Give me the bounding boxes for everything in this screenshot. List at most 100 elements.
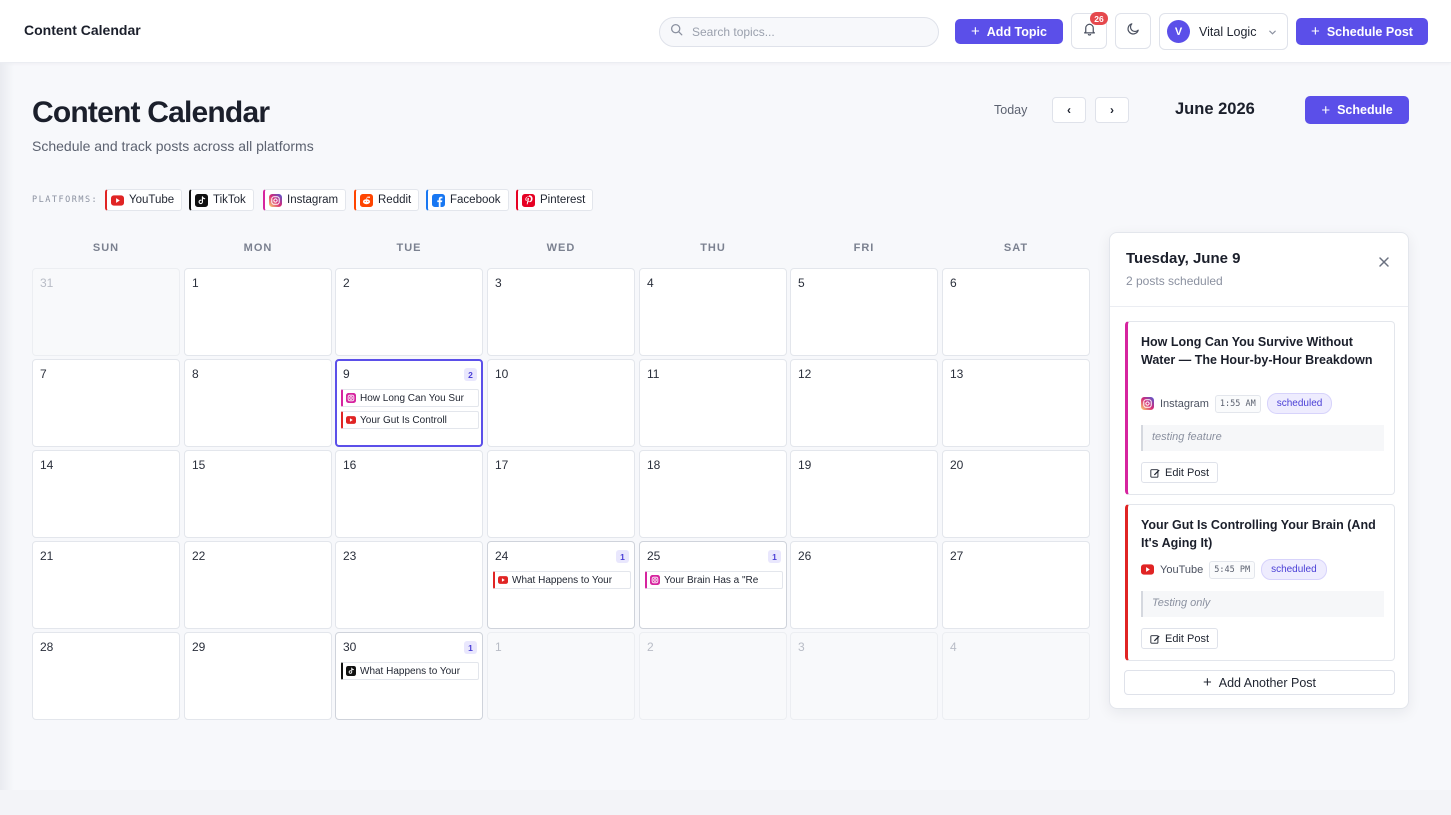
platform-chip-pinterest[interactable]: Pinterest (516, 189, 594, 211)
calendar-day[interactable]: 15 (184, 450, 332, 538)
platform-chip-reddit[interactable]: Reddit (354, 189, 420, 211)
post-count-badge: 2 (464, 368, 477, 381)
tiktok-icon (195, 193, 208, 207)
calendar-day[interactable]: 6 (942, 268, 1090, 356)
prev-month-button[interactable]: ‹ (1052, 97, 1086, 123)
platform-chip-label: Facebook (450, 194, 501, 206)
weekday-header: FRI (853, 242, 875, 254)
edit-post-label: Edit Post (1165, 632, 1210, 645)
scheduled-post-card[interactable]: How Long Can You Survive Without Water —… (1125, 321, 1395, 495)
page-subtitle: Schedule and track posts across all plat… (32, 138, 314, 154)
weekday-header: TUE (396, 242, 422, 254)
search-box[interactable] (659, 17, 939, 47)
workspace-switcher[interactable]: V Vital Logic (1159, 13, 1288, 50)
search-input[interactable] (692, 25, 922, 39)
calendar-day[interactable]: 2 (639, 632, 787, 720)
calendar-day[interactable]: 25 1 Your Brain Has a "Re (639, 541, 787, 629)
search-icon (670, 23, 683, 41)
calendar-day[interactable]: 17 (487, 450, 635, 538)
calendar-post-item[interactable]: What Happens to Your (341, 662, 479, 680)
platform-chip-tiktok[interactable]: TikTok (189, 189, 254, 211)
calendar-day[interactable]: 11 (639, 359, 787, 447)
platform-chip-instagram[interactable]: Instagram (263, 189, 347, 211)
calendar-post-item[interactable]: What Happens to Your (493, 571, 631, 589)
schedule-post-button[interactable]: + Schedule Post (1296, 18, 1428, 45)
platform-chip-youtube[interactable]: YouTube (105, 189, 183, 211)
weekday-header: THU (700, 242, 726, 254)
calendar-post-title: Your Gut Is Controll (360, 414, 447, 426)
platform-chip-label: Pinterest (540, 194, 586, 206)
post-title: How Long Can You Survive Without Water —… (1141, 335, 1373, 367)
calendar-day[interactable]: 7 (32, 359, 180, 447)
edit-post-button[interactable]: Edit Post (1141, 628, 1219, 649)
next-month-button[interactable]: › (1095, 97, 1129, 123)
chevron-down-icon (1269, 30, 1276, 35)
panel-divider (1110, 306, 1408, 307)
tiktok-icon (346, 666, 356, 676)
calendar-day[interactable]: 1 (184, 268, 332, 356)
schedule-button[interactable]: + Schedule (1305, 96, 1409, 124)
day-number: 1 (495, 640, 502, 654)
add-topic-button[interactable]: + Add Topic (955, 19, 1063, 44)
calendar-day[interactable]: 29 (184, 632, 332, 720)
scheduled-post-card[interactable]: Your Gut Is Controlling Your Brain (And … (1125, 504, 1395, 661)
calendar-day[interactable]: 13 (942, 359, 1090, 447)
day-number: 21 (40, 549, 54, 563)
avatar: V (1167, 20, 1190, 43)
calendar-day[interactable]: 22 (184, 541, 332, 629)
calendar-day[interactable]: 30 1 What Happens to Your (335, 632, 483, 720)
calendar-day-selected[interactable]: 9 2 How Long Can You Sur Your Gut Is Contro… (335, 359, 483, 447)
calendar-day[interactable]: 26 (790, 541, 938, 629)
close-icon[interactable] (1376, 254, 1392, 270)
day-number: 4 (647, 276, 654, 290)
day-number: 29 (192, 640, 206, 654)
calendar-day[interactable]: 28 (32, 632, 180, 720)
calendar-day[interactable]: 4 (639, 268, 787, 356)
calendar-day[interactable]: 2 (335, 268, 483, 356)
day-number: 4 (950, 640, 957, 654)
calendar-day[interactable]: 3 (790, 632, 938, 720)
calendar-post-title: Your Brain Has a "Re (664, 574, 759, 586)
calendar-day[interactable]: 21 (32, 541, 180, 629)
today-button[interactable]: Today (994, 103, 1027, 117)
edit-post-label: Edit Post (1165, 466, 1210, 479)
edit-post-button[interactable]: Edit Post (1141, 462, 1219, 483)
panel-subtitle: 2 posts scheduled (1126, 274, 1223, 288)
calendar-day[interactable]: 20 (942, 450, 1090, 538)
calendar-day[interactable]: 19 (790, 450, 938, 538)
calendar-day[interactable]: 5 (790, 268, 938, 356)
add-another-post-button[interactable]: + Add Another Post (1124, 670, 1395, 695)
calendar-post-item[interactable]: How Long Can You Sur (341, 389, 479, 407)
calendar-day[interactable]: 24 1 What Happens to Your (487, 541, 635, 629)
calendar-day[interactable]: 10 (487, 359, 635, 447)
post-count-badge: 1 (464, 641, 477, 654)
calendar-day[interactable]: 8 (184, 359, 332, 447)
edit-icon (1150, 468, 1160, 478)
calendar-post-item[interactable]: Your Brain Has a "Re (645, 571, 783, 589)
plus-icon: + (971, 23, 980, 40)
instagram-icon (346, 393, 356, 403)
calendar-post-item[interactable]: Your Gut Is Controll (341, 411, 479, 429)
day-number: 5 (798, 276, 805, 290)
day-number: 27 (950, 549, 964, 563)
theme-toggle-button[interactable] (1115, 13, 1151, 49)
post-note: testing feature (1141, 425, 1384, 451)
platform-chip-facebook[interactable]: Facebook (426, 189, 509, 211)
calendar-day[interactable]: 12 (790, 359, 938, 447)
calendar-day[interactable]: 23 (335, 541, 483, 629)
plus-icon: + (1311, 23, 1320, 40)
calendar-day[interactable]: 27 (942, 541, 1090, 629)
calendar-day[interactable]: 16 (335, 450, 483, 538)
calendar-day[interactable]: 4 (942, 632, 1090, 720)
notification-badge: 26 (1090, 12, 1108, 25)
calendar-day[interactable]: 14 (32, 450, 180, 538)
weekday-header: SUN (92, 242, 120, 254)
calendar-day[interactable]: 3 (487, 268, 635, 356)
pinterest-icon (522, 193, 535, 207)
post-platform: YouTube (1160, 563, 1204, 576)
post-meta: YouTube 5:45 PM scheduled (1141, 559, 1327, 580)
calendar-day[interactable]: 31 (32, 268, 180, 356)
schedule-post-label: Schedule Post (1326, 24, 1413, 39)
calendar-day[interactable]: 18 (639, 450, 787, 538)
calendar-day[interactable]: 1 (487, 632, 635, 720)
